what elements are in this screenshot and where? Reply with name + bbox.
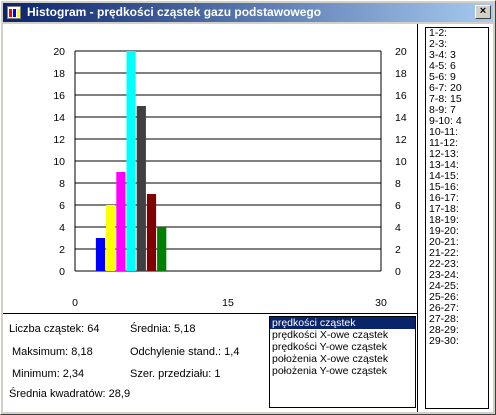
variable-option[interactable]: położenia Y-owe cząstek (270, 365, 415, 377)
histogram-bar (136, 106, 146, 271)
y-tick-label-left: 0 (59, 266, 65, 278)
stat-mean: Średnia: 5,18 (130, 323, 196, 335)
histogram-bar (126, 51, 136, 271)
x-tick-label: 15 (222, 297, 234, 309)
horizontal-divider (3, 313, 417, 314)
y-tick-label-right: 14 (395, 112, 407, 124)
x-tick-label: 30 (375, 297, 387, 309)
vertical-divider (417, 24, 418, 412)
client-area: 0 0 2 2 4 4 6 6 8 8 10 10 12 12 14 14 16 16 18 18 20 20 0 15 30 … (3, 24, 493, 412)
interval-row[interactable]: 29-30: (426, 336, 488, 347)
variable-option[interactable]: położenia X-owe cząstek (270, 353, 415, 365)
close-button[interactable]: × (475, 5, 491, 19)
variable-option[interactable]: prędkości X-owe cząstek (270, 329, 415, 341)
y-tick-label-right: 12 (395, 134, 407, 146)
y-tick-label-left: 18 (53, 68, 65, 80)
y-tick-label-left: 10 (53, 156, 65, 168)
stat-mean-squares: Średnia kwadratów: 28,9 (9, 388, 131, 400)
histogram-chart: 0 0 2 2 4 4 6 6 8 8 10 10 12 12 14 14 16 16 18 18 20 20 0 15 30 (53, 46, 407, 309)
app-icon (7, 6, 21, 19)
window-title: Histogram - prędkości cząstek gazu podst… (27, 5, 322, 19)
y-tick-label-right: 2 (395, 244, 401, 256)
stat-min: Minimum: 2,34 (12, 368, 85, 380)
variable-option[interactable]: prędkości Y-owe cząstek (270, 341, 415, 353)
y-tick-label-right: 18 (395, 68, 407, 80)
histogram-bar (106, 205, 116, 271)
y-tick-label-left: 6 (59, 200, 65, 212)
y-tick-label-right: 10 (395, 156, 407, 168)
title-bar[interactable]: Histogram - prędkości cząstek gazu podst… (3, 3, 493, 22)
variable-option[interactable]: prędkości cząstek (270, 317, 415, 329)
y-tick-label-left: 4 (59, 222, 65, 234)
stat-max: Maksimum: 8,18 (12, 346, 93, 358)
y-tick-label-left: 8 (59, 178, 65, 190)
y-tick-label-right: 0 (395, 266, 401, 278)
stat-interval: Szer. przedziału: 1 (130, 368, 221, 380)
stat-count: Liczba cząstek: 64 (9, 323, 100, 335)
histogram-bar (116, 172, 126, 271)
y-tick-label-left: 20 (53, 46, 65, 58)
x-tick-label: 0 (72, 297, 78, 309)
y-tick-label-left: 12 (53, 134, 65, 146)
histogram-window: Histogram - prędkości cząstek gazu podst… (0, 0, 496, 415)
variable-listbox[interactable]: prędkości cząstek prędkości X-owe cząste… (269, 316, 416, 408)
y-tick-label-right: 4 (395, 222, 401, 234)
histogram-bar (146, 194, 157, 271)
y-tick-label-right: 6 (395, 200, 401, 212)
y-tick-label-right: 20 (395, 46, 407, 58)
y-tick-label-left: 16 (53, 90, 65, 102)
histogram-bar (95, 238, 106, 271)
interval-listbox[interactable]: 1-2: 2-3: 3-4: 3 4-5: 6 5-6: 9 6-7: 20 7-8: 15… (425, 27, 489, 409)
y-tick-label-right: 8 (395, 178, 401, 190)
y-tick-label-left: 2 (59, 244, 65, 256)
y-tick-label-left: 14 (53, 112, 65, 124)
histogram-bar (157, 227, 167, 271)
stat-std: Odchylenie stand.: 1,4 (130, 346, 240, 358)
y-tick-label-right: 16 (395, 90, 407, 102)
